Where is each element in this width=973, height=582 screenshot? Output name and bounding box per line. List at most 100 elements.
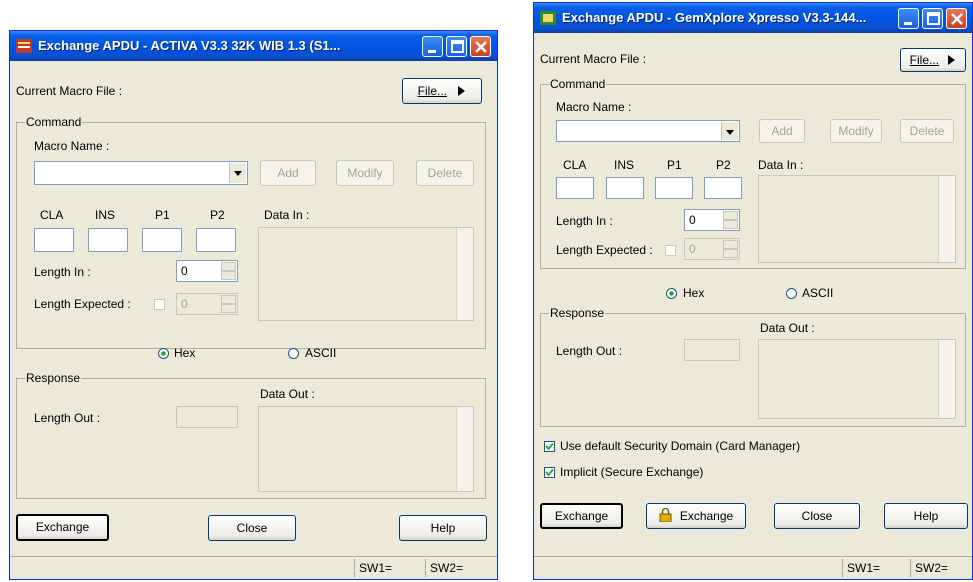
cla-label: CLA	[563, 158, 587, 172]
maximize-button[interactable]	[446, 36, 467, 57]
exchange-button[interactable]: Exchange	[16, 514, 109, 541]
exchange-button-label: Exchange	[554, 509, 609, 523]
length-in-spinner[interactable]: 0	[684, 209, 740, 231]
modify-button-label: Modify	[347, 166, 383, 180]
security-domain-checkbox[interactable]	[544, 441, 555, 452]
help-button-label: Help	[430, 521, 456, 535]
exchange-apdu-window-right: Exchange APDU - GemXplore Xpresso V3.3-1…	[533, 2, 973, 580]
command-legend: Command	[549, 77, 607, 91]
ins-input[interactable]	[88, 228, 128, 252]
length-expected-up-button[interactable]	[221, 295, 236, 304]
ascii-radio[interactable]	[786, 288, 797, 299]
length-expected-label: Length Expected :	[556, 243, 653, 257]
exchange-button[interactable]: Exchange	[540, 503, 623, 529]
data-in-scrollbar[interactable]	[938, 176, 955, 262]
length-out-label: Length Out :	[556, 344, 623, 358]
p1-input[interactable]	[142, 228, 182, 252]
close-window-button[interactable]	[470, 36, 491, 57]
cla-input[interactable]	[556, 177, 594, 199]
length-expected-up-button[interactable]	[723, 240, 738, 249]
app-icon-activa	[16, 39, 32, 53]
chevron-down-icon	[234, 171, 242, 176]
minimize-button[interactable]	[898, 8, 919, 29]
sw1-status: SW1=	[354, 559, 424, 577]
checkmark-icon	[545, 468, 554, 477]
data-out-textarea[interactable]	[258, 406, 474, 492]
lock-icon	[659, 507, 672, 523]
macro-file-label: Current Macro File :	[16, 84, 123, 98]
file-button[interactable]: File...	[402, 78, 482, 104]
length-expected-spinner[interactable]: 0	[176, 293, 238, 315]
data-in-scrollbar[interactable]	[456, 228, 473, 320]
macro-name-combobox[interactable]	[556, 120, 740, 142]
add-button[interactable]: Add	[260, 160, 316, 186]
p2-input[interactable]	[704, 177, 742, 199]
exchange-button-label: Exchange	[35, 520, 90, 534]
data-out-scrollbar[interactable]	[456, 407, 473, 491]
length-in-down-button[interactable]	[723, 220, 738, 229]
data-out-label: Data Out :	[260, 387, 315, 401]
file-button-label: File...	[417, 84, 447, 98]
modify-button[interactable]: Modify	[830, 119, 882, 143]
maximize-button[interactable]	[922, 8, 943, 29]
length-in-up-button[interactable]	[221, 262, 236, 271]
modify-button[interactable]: Modify	[336, 160, 394, 186]
command-legend: Command	[25, 115, 83, 129]
minimize-button[interactable]	[422, 36, 443, 57]
length-in-up-button[interactable]	[723, 211, 738, 220]
close-window-button[interactable]	[946, 8, 967, 29]
length-out-label: Length Out :	[34, 411, 101, 425]
p2-label: P2	[210, 208, 225, 222]
data-in-textarea[interactable]	[758, 175, 956, 263]
length-in-spinner[interactable]: 0	[176, 260, 238, 282]
title-bar[interactable]: Exchange APDU - GemXplore Xpresso V3.3-1…	[534, 3, 972, 33]
response-legend: Response	[549, 306, 606, 320]
length-in-down-button[interactable]	[221, 271, 236, 280]
data-out-textarea[interactable]	[758, 339, 956, 419]
file-button[interactable]: File...	[900, 48, 966, 72]
length-expected-checkbox[interactable]	[154, 299, 165, 310]
length-expected-down-button[interactable]	[221, 304, 236, 313]
maximize-icon	[451, 40, 464, 53]
cla-input[interactable]	[34, 228, 74, 252]
p2-label: P2	[716, 158, 731, 172]
triangle-right-icon	[948, 55, 956, 65]
add-button[interactable]: Add	[759, 119, 805, 143]
hex-radio[interactable]	[666, 288, 677, 299]
macro-name-label: Macro Name :	[34, 139, 110, 153]
secure-exchange-label: Exchange	[679, 509, 734, 523]
hex-radio[interactable]	[158, 348, 169, 359]
p2-input[interactable]	[196, 228, 236, 252]
minimize-icon	[428, 50, 436, 53]
combo-dropdown-button[interactable]	[229, 163, 246, 183]
help-button[interactable]: Help	[884, 503, 968, 529]
ascii-radio[interactable]	[288, 348, 299, 359]
file-button-label: File...	[909, 53, 939, 67]
close-button[interactable]: Close	[774, 503, 860, 529]
ins-input[interactable]	[606, 177, 644, 199]
help-button[interactable]: Help	[399, 515, 487, 541]
length-expected-spinner[interactable]: 0	[684, 238, 740, 260]
delete-button-label: Delete	[909, 124, 945, 138]
delete-button[interactable]: Delete	[900, 119, 954, 143]
status-bar: SW1= SW2=	[534, 556, 972, 579]
length-expected-down-button[interactable]	[723, 249, 738, 258]
p1-input[interactable]	[655, 177, 693, 199]
data-out-scrollbar[interactable]	[938, 340, 955, 418]
combo-dropdown-button[interactable]	[721, 122, 738, 140]
length-expected-checkbox[interactable]	[665, 245, 676, 256]
chevron-down-icon	[726, 130, 734, 135]
title-bar[interactable]: Exchange APDU - ACTIVA V3.3 32K WIB 1.3 …	[10, 31, 497, 61]
secure-exchange-button[interactable]: Exchange	[646, 503, 746, 529]
delete-button-label: Delete	[427, 166, 463, 180]
data-in-textarea[interactable]	[258, 227, 474, 321]
implicit-checkbox[interactable]	[544, 467, 555, 478]
maximize-icon	[927, 12, 940, 25]
macro-name-combobox[interactable]	[34, 161, 248, 185]
checkmark-icon	[545, 442, 554, 451]
delete-button[interactable]: Delete	[416, 160, 474, 186]
app-icon-gemxplore	[540, 11, 556, 25]
implicit-label: Implicit (Secure Exchange)	[560, 465, 704, 479]
modify-button-label: Modify	[838, 124, 874, 138]
close-button[interactable]: Close	[208, 515, 296, 541]
